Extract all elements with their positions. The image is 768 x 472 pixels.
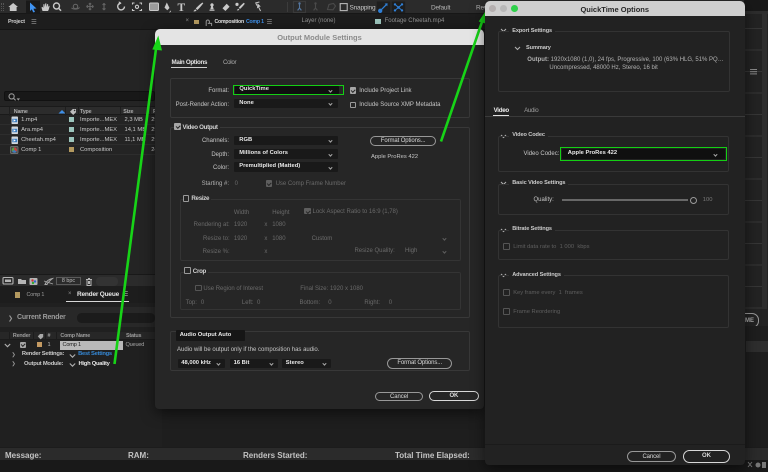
svg-text:T: T: [178, 2, 186, 14]
svg-text:Snapping: Snapping: [350, 5, 376, 12]
svg-text:Default: Default: [431, 5, 451, 12]
